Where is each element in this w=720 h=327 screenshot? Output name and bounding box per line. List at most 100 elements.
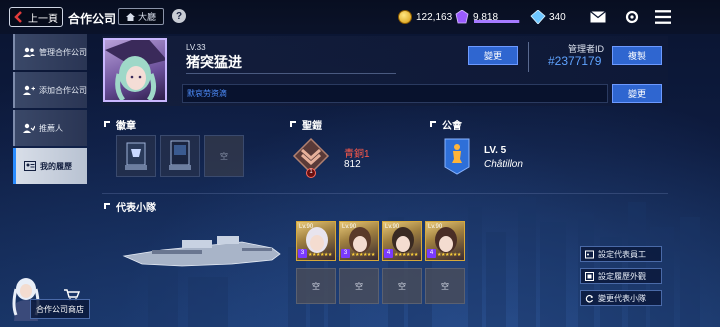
sidebar-item-label: 添加合作公司 (39, 85, 87, 95)
hero-level: Lv.90 (299, 224, 314, 230)
sidebar-item-add[interactable]: 添加合作公司 (13, 72, 87, 108)
copy-id-button[interactable]: 複製 (612, 46, 662, 65)
lobby-button[interactable]: 大廳 (118, 8, 164, 25)
section-title: 聖鎧 (302, 121, 322, 132)
motto-field: 默哀劳资滴 (182, 84, 608, 103)
profile-header: LV.33 猪突猛进 變更 管理者ID #2377179 複製 默哀劳资滴 變更 (102, 36, 668, 106)
corner-bracket-icon (104, 202, 110, 209)
badge-slot-3[interactable]: 空 (204, 135, 244, 177)
frame-icon (585, 271, 594, 281)
add-user-icon (22, 84, 36, 96)
sidebar: 管理合作公司 添加合作公司 推薦人 我的履歷 (13, 34, 87, 186)
name-underline (186, 73, 396, 74)
button-label: 設定履歷外觀 (598, 271, 646, 281)
team-member-card[interactable]: Lv.90 3 ★★★★★★ (339, 221, 379, 261)
section-divider (102, 193, 668, 194)
users-icon (22, 46, 36, 58)
hero-stars: ★★★★★★ (351, 252, 375, 258)
change-motto-button[interactable]: 變更 (612, 84, 662, 103)
section-title: 公會 (442, 121, 462, 132)
help-icon[interactable]: ? (172, 9, 186, 23)
guild-level: LV. 5 (484, 145, 507, 156)
player-name: 猪突猛进 (186, 54, 242, 70)
partner-shop-button[interactable]: 合作公司商店 (6, 275, 90, 321)
menu-hamburger-icon[interactable] (655, 10, 671, 24)
trophy-badge-icon (125, 142, 147, 170)
sidebar-item-label: 我的履歷 (40, 161, 72, 171)
hero-rank: 3 (341, 249, 350, 258)
hero-rank: 4 (427, 249, 436, 258)
corner-bracket-icon (290, 120, 296, 127)
guild-emblem-icon[interactable] (443, 137, 471, 175)
change-representative-team-button[interactable]: 變更代表小隊 (580, 290, 662, 306)
sidebar-item-referrer[interactable]: 推薦人 (13, 110, 87, 146)
back-chevron-icon (10, 8, 28, 26)
settings-gear-icon[interactable] (624, 10, 640, 24)
set-profile-appearance-button[interactable]: 設定履歷外觀 (580, 268, 662, 284)
hero-stars: ★★★★★★ (394, 252, 418, 258)
gold-coin-icon (398, 10, 412, 24)
header-divider (528, 42, 529, 72)
battleship-image (122, 236, 281, 267)
armor-score: 812 (344, 159, 361, 170)
app-root: 上一頁 合作公司 大廳 ? 122,163 9,818 340 管理合作公司 添… (0, 0, 720, 327)
corner-bracket-icon (430, 120, 436, 127)
armor-rank-number: 1 (309, 169, 313, 175)
top-bar: 上一頁 合作公司 大廳 ? 122,163 9,818 340 (0, 0, 720, 34)
character-avatar-icon (105, 40, 165, 100)
gem-value: 340 (549, 11, 566, 23)
gem-counter[interactable]: 340 (530, 8, 566, 26)
hero-stars: ★★★★★★ (437, 252, 461, 258)
blue-gem-icon (530, 10, 546, 24)
mail-icon[interactable] (590, 10, 606, 24)
team-section-header: 代表小隊 (104, 199, 156, 214)
sidebar-item-label: 推薦人 (39, 123, 63, 133)
armor-rank-name: 青銅1 (344, 149, 370, 160)
screen-badge-icon (169, 140, 191, 170)
section-title: 代表小隊 (116, 203, 156, 214)
lobby-label: 大廳 (137, 12, 156, 22)
purple-currency-counter[interactable]: 9,818 (454, 8, 498, 26)
set-representative-employee-button[interactable]: 設定代表員工 (580, 246, 662, 262)
team-empty-slot[interactable]: 空 (339, 268, 379, 304)
hero-stars: ★★★★★★ (308, 252, 332, 258)
hero-rank: 4 (384, 249, 393, 258)
guild-section-header: 公會 (430, 117, 462, 132)
purple-crystal-icon (455, 10, 469, 24)
gold-counter[interactable]: 122,163 (398, 8, 452, 26)
team-member-card[interactable]: Lv.90 4 ★★★★★★ (382, 221, 422, 261)
purple-progress-bar (474, 20, 520, 23)
manager-id-value: #2377179 (548, 54, 602, 68)
player-level: LV.33 (186, 43, 206, 52)
corner-bracket-icon (104, 120, 110, 127)
team-member-card[interactable]: Lv.90 3 ★★★★★★ (296, 221, 336, 261)
change-name-button[interactable]: 變更 (468, 46, 518, 65)
refresh-icon (585, 294, 594, 303)
back-button[interactable]: 上一頁 (9, 7, 63, 27)
shop-label: 合作公司商店 (30, 299, 90, 319)
id-card-icon (585, 250, 594, 259)
badge-slot-1[interactable] (116, 135, 156, 177)
sidebar-item-my-profile[interactable]: 我的履歷 (13, 148, 87, 184)
referrer-icon (22, 122, 36, 134)
team-empty-slot[interactable]: 空 (382, 268, 422, 304)
purple-progress-fill (474, 20, 520, 23)
page-title: 合作公司 (68, 12, 117, 26)
armor-section-header: 聖鎧 (290, 117, 322, 132)
guild-name: Châtillon (484, 159, 523, 170)
team-empty-slot[interactable]: 空 (296, 268, 336, 304)
sidebar-item-label: 管理合作公司 (39, 47, 87, 57)
team-member-card[interactable]: Lv.90 4 ★★★★★★ (425, 221, 465, 261)
hero-level: Lv.90 (342, 224, 357, 230)
hero-level: Lv.90 (385, 224, 400, 230)
team-empty-slot[interactable]: 空 (425, 268, 465, 304)
profile-card-icon (23, 160, 37, 172)
manager-portrait[interactable] (103, 38, 167, 102)
badge-slot-2[interactable] (160, 135, 200, 177)
hero-rank: 3 (298, 249, 307, 258)
button-label: 變更代表小隊 (598, 293, 646, 303)
section-title: 徽章 (116, 121, 136, 132)
sidebar-item-manage[interactable]: 管理合作公司 (13, 34, 87, 70)
back-label: 上一頁 (28, 13, 58, 25)
gold-value: 122,163 (416, 11, 453, 23)
